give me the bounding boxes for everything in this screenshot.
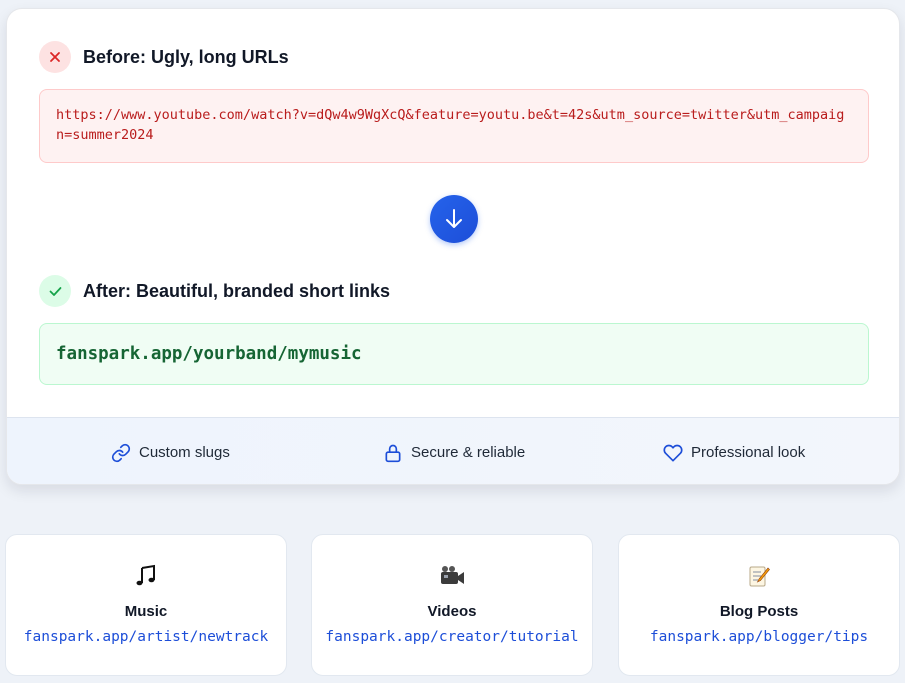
feature-label: Custom slugs [139, 444, 230, 461]
before-heading: Before: Ugly, long URLs [39, 41, 289, 73]
example-card-music: Music fanspark.app/artist/newtrack [5, 534, 287, 676]
feature-label: Secure & reliable [411, 444, 526, 461]
after-title: After: Beautiful, branded short links [83, 280, 391, 301]
features-bar: Custom slugs Secure & reliable Professio… [7, 417, 899, 484]
short-url-box: fanspark.app/yourband/mymusic [39, 323, 869, 385]
example-title: Music [124, 603, 168, 620]
arrow-down-icon [430, 195, 478, 243]
after-heading: After: Beautiful, branded short links [39, 275, 390, 307]
example-link[interactable]: fanspark.app/creator/tutorial [312, 629, 592, 645]
video-camera-icon [312, 561, 592, 591]
comparison-card: Before: Ugly, long URLs https://www.yout… [6, 8, 900, 485]
feature-custom-slugs: Custom slugs [111, 418, 230, 484]
feature-professional: Professional look [663, 418, 806, 484]
heart-icon [663, 444, 683, 462]
example-card-videos: Videos fanspark.app/creator/tutorial [311, 534, 593, 676]
lock-icon [385, 444, 401, 462]
example-title: Videos [427, 603, 477, 620]
check-icon [39, 275, 71, 307]
music-note-icon [6, 561, 286, 591]
example-title: Blog Posts [719, 603, 799, 620]
example-card-blog: Blog Posts fanspark.app/blogger/tips [618, 534, 900, 676]
feature-secure: Secure & reliable [383, 418, 526, 484]
long-url-box: https://www.youtube.com/watch?v=dQw4w9Wg… [39, 89, 869, 163]
before-title: Before: Ugly, long URLs [83, 46, 289, 67]
example-link[interactable]: fanspark.app/artist/newtrack [6, 629, 286, 645]
feature-label: Professional look [691, 444, 806, 461]
link-icon [111, 443, 131, 462]
x-icon [39, 41, 71, 73]
memo-icon [619, 561, 899, 591]
example-link[interactable]: fanspark.app/blogger/tips [619, 629, 899, 645]
